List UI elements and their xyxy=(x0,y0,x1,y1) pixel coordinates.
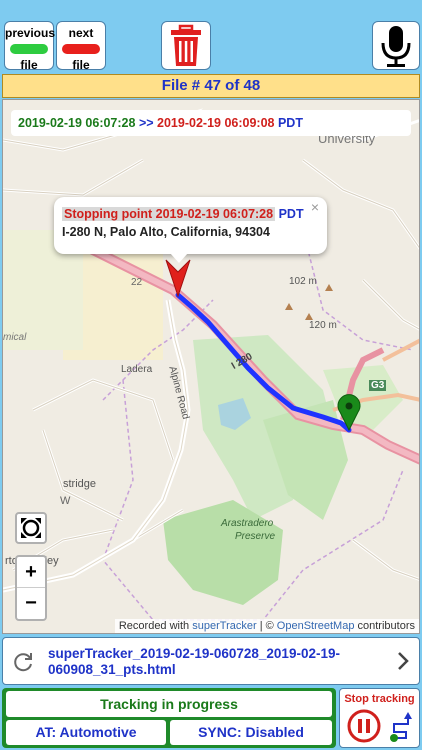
stop-tracking-label: Stop tracking xyxy=(344,693,415,705)
sync-status[interactable]: SYNC: Disabled xyxy=(170,720,332,745)
microphone-icon xyxy=(381,26,411,67)
zoom-in-button[interactable]: + xyxy=(17,557,45,588)
refresh-icon[interactable] xyxy=(11,650,35,674)
pause-icon xyxy=(347,709,381,743)
route-icon xyxy=(390,712,412,742)
popup-title: Stopping point 2019-02-19 06:07:28 xyxy=(62,207,276,221)
tracking-status: Tracking in progress xyxy=(6,691,332,717)
label-arastradero: Arastradero xyxy=(221,518,274,529)
red-pill-icon xyxy=(62,44,100,54)
label-22: 22 xyxy=(131,277,143,288)
attribution-app-link[interactable]: superTracker xyxy=(192,620,256,632)
green-pill-icon xyxy=(10,44,48,54)
previous-file-label: file xyxy=(20,58,38,72)
label-elevation-120: 120 m xyxy=(309,320,337,331)
range-start: 2019-02-19 06:07:28 xyxy=(18,116,136,130)
file-name-row[interactable]: superTracker_2019-02-19-060728_2019-02-1… xyxy=(2,637,420,685)
voice-note-button[interactable] xyxy=(372,21,420,70)
attribution-osm-link[interactable]: OpenStreetMap xyxy=(277,620,355,632)
range-timezone: PDT xyxy=(277,116,303,130)
stop-point-popup: Stopping point 2019-02-19 06:07:28 PDT I… xyxy=(54,197,327,263)
next-file-label: file xyxy=(72,58,90,72)
range-end: 2019-02-19 06:09:08 xyxy=(157,116,275,130)
range-separator: >> xyxy=(138,116,154,130)
popup-timezone: PDT xyxy=(278,207,304,221)
attribution-copyright: © xyxy=(265,620,274,632)
attribution-contributors: contributors xyxy=(357,620,415,632)
activity-type[interactable]: AT: Automotive xyxy=(6,720,166,745)
map-attribution: Recorded with superTracker | © OpenStree… xyxy=(114,619,419,633)
time-range-label: 2019-02-19 06:07:28 >> 2019-02-19 06:09:… xyxy=(11,110,411,136)
attribution-separator: | xyxy=(259,620,263,632)
map-canvas xyxy=(3,100,419,633)
label-mical: mical xyxy=(3,332,27,343)
previous-file-button[interactable]: previous file xyxy=(4,21,56,72)
zoom-out-button[interactable]: − xyxy=(17,588,45,619)
label-preserve: Preserve xyxy=(235,531,276,542)
delete-file-button[interactable] xyxy=(161,21,211,70)
trash-icon xyxy=(171,24,201,66)
recenter-icon xyxy=(21,518,41,538)
chevron-right-icon[interactable] xyxy=(397,651,409,671)
attribution-recorded: Recorded with xyxy=(118,620,190,632)
zoom-control: + − xyxy=(15,555,47,621)
stop-tracking-button[interactable]: Stop tracking xyxy=(339,688,420,748)
label-ladera: Ladera xyxy=(121,364,153,375)
next-file-button[interactable]: next file xyxy=(56,21,106,72)
previous-label: previous xyxy=(5,26,56,40)
status-panel: Tracking in progress AT: Automotive SYNC… xyxy=(2,688,336,748)
label-g3-shield: G3 xyxy=(369,380,387,391)
map-view[interactable]: tanford University Ladera Alpine Road st… xyxy=(2,99,420,634)
next-label: next xyxy=(68,26,94,40)
label-w: W xyxy=(60,495,71,507)
close-icon[interactable]: × xyxy=(311,199,319,215)
popup-address: I-280 N, Palo Alto, California, 94304 xyxy=(62,225,270,239)
label-elevation-102: 102 m xyxy=(289,276,317,287)
file-name: superTracker_2019-02-19-060728_2019-02-1… xyxy=(48,646,340,677)
recenter-button[interactable] xyxy=(15,512,47,544)
file-index-header: File # 47 of 48 xyxy=(2,74,420,98)
label-stridge: stridge xyxy=(63,478,97,490)
